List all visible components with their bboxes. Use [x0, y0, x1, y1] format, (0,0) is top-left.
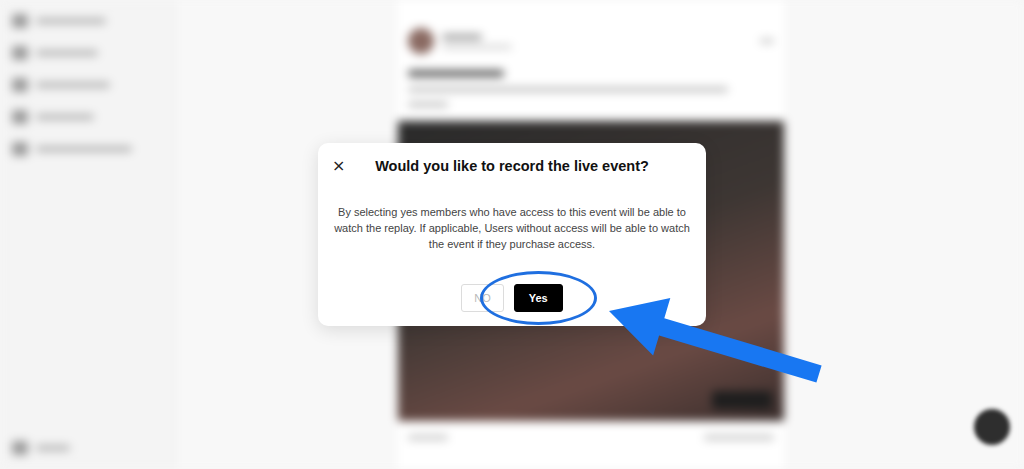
sidebar-item-icon [12, 78, 28, 92]
sidebar-item[interactable] [12, 110, 162, 124]
sidebar-item[interactable] [12, 78, 162, 92]
dialog-header: ×Would you like to record the live event… [330, 157, 694, 175]
yes-button[interactable]: Yes [514, 284, 563, 312]
button-wrapper: Yes [514, 284, 563, 312]
chat-button[interactable] [974, 409, 1010, 445]
sidebar [0, 0, 175, 469]
dialog-actions: NO Yes [330, 284, 694, 312]
avatar[interactable] [408, 28, 434, 54]
sidebar-item[interactable] [12, 441, 162, 455]
no-button[interactable]: NO [461, 284, 504, 312]
sidebar-item[interactable] [12, 46, 162, 60]
post-footer [398, 431, 784, 444]
button-wrapper: NO [461, 284, 504, 312]
post-header [398, 28, 784, 54]
modal-overlay: ×Would you like to record the live event… [0, 0, 1024, 469]
sidebar-item-icon [12, 14, 28, 28]
sidebar-item[interactable] [12, 14, 162, 28]
sidebar-item-icon [12, 441, 28, 455]
sidebar-item-icon [12, 110, 28, 124]
sidebar-item[interactable] [12, 142, 162, 156]
page: ×Would you like to record the live event… [0, 0, 1024, 469]
highlight-ring [480, 271, 597, 325]
sidebar-item-icon [12, 46, 28, 60]
close-button[interactable]: × [330, 157, 354, 175]
sidebar-item-icon [12, 142, 28, 156]
dialog-body: By selecting yes members who have access… [334, 204, 690, 252]
dialog-title: Would you like to record the live event? [354, 157, 670, 175]
pointer-arrow-icon [599, 284, 839, 394]
post-text [398, 64, 784, 111]
video-badge [712, 391, 772, 409]
record-dialog: ×Would you like to record the live event… [318, 143, 706, 326]
